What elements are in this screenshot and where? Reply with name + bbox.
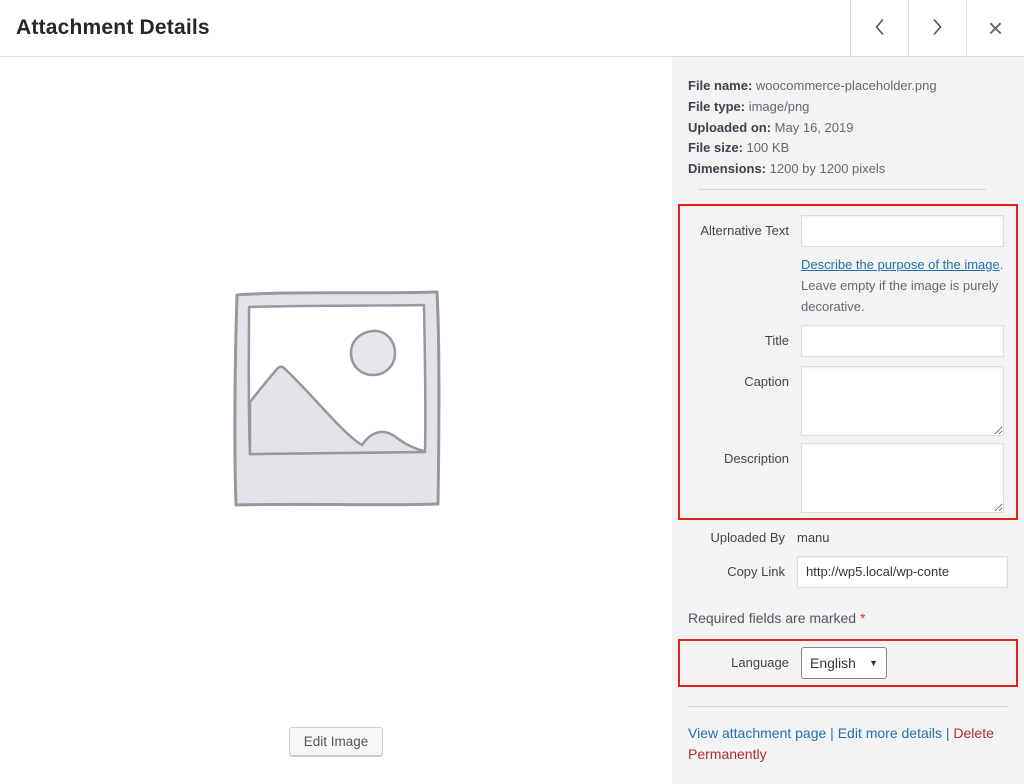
close-button[interactable]: × <box>966 0 1024 56</box>
alt-text-help-link[interactable]: Describe the purpose of the image <box>801 257 1000 272</box>
annotation-box-language: Language English ▼ <box>678 639 1018 687</box>
uploaded-by-row: Uploaded By manu <box>688 530 1008 546</box>
attachment-meta: File name: woocommerce-placeholder.png F… <box>688 76 1008 180</box>
alt-text-help: Describe the purpose of the image. Leave… <box>801 254 1004 317</box>
chevron-down-icon: ▼ <box>869 658 878 668</box>
edit-image-container: Edit Image <box>0 727 672 756</box>
attachment-details-sidebar: File name: woocommerce-placeholder.png F… <box>672 57 1024 784</box>
alt-text-label: Alternative Text <box>692 223 789 239</box>
file-name-label: File name: <box>688 78 752 93</box>
caption-label: Caption <box>692 366 789 390</box>
action-separator: | <box>946 725 950 741</box>
description-textarea[interactable] <box>801 443 1004 513</box>
description-row: Description <box>692 443 1004 513</box>
required-fields-note: Required fields are marked * <box>688 610 1008 626</box>
action-separator: | <box>830 725 834 741</box>
uploaded-by-value: manu <box>797 530 830 545</box>
language-row: Language English ▼ <box>692 647 1004 679</box>
uploaded-on-value: May 16, 2019 <box>775 120 854 135</box>
dimensions-label: Dimensions: <box>688 161 766 176</box>
attachment-actions: View attachment page | Edit more details… <box>688 723 1000 765</box>
edit-more-details-link[interactable]: Edit more details <box>838 725 942 741</box>
required-fields-text: Required fields are marked <box>688 610 860 626</box>
title-input[interactable] <box>801 325 1004 357</box>
dimensions-value: 1200 by 1200 pixels <box>770 161 886 176</box>
edit-image-button[interactable]: Edit Image <box>289 727 384 756</box>
uploaded-by-label: Uploaded By <box>688 530 785 546</box>
title-row: Title <box>692 325 1004 357</box>
attachment-preview: Edit Image <box>0 57 672 784</box>
previous-attachment-button[interactable] <box>850 0 908 56</box>
language-selected-value: English <box>810 655 856 671</box>
dimensions-row: Dimensions: 1200 by 1200 pixels <box>688 159 1008 180</box>
uploaded-on-row: Uploaded on: May 16, 2019 <box>688 118 1008 139</box>
file-size-row: File size: 100 KB <box>688 138 1008 159</box>
uploaded-on-label: Uploaded on: <box>688 120 771 135</box>
annotation-box-fields: Alternative Text Describe the purpose of… <box>678 204 1018 520</box>
modal-header: Attachment Details × <box>0 0 1024 57</box>
file-name-value: woocommerce-placeholder.png <box>756 78 937 93</box>
next-attachment-button[interactable] <box>908 0 966 56</box>
chevron-left-icon <box>873 17 886 40</box>
actions-divider <box>688 706 1008 707</box>
required-asterisk: * <box>860 610 865 626</box>
file-size-value: 100 KB <box>747 140 790 155</box>
copy-link-input[interactable] <box>797 556 1008 588</box>
file-size-label: File size: <box>688 140 743 155</box>
modal-title: Attachment Details <box>0 0 850 56</box>
language-label: Language <box>692 655 789 671</box>
modal-content: Edit Image File name: woocommerce-placeh… <box>0 57 1024 784</box>
file-type-label: File type: <box>688 99 745 114</box>
language-select[interactable]: English ▼ <box>801 647 887 679</box>
caption-row: Caption <box>692 366 1004 436</box>
alt-text-row: Alternative Text <box>692 215 1004 247</box>
alt-text-input[interactable] <box>801 215 1004 247</box>
view-attachment-link[interactable]: View attachment page <box>688 725 826 741</box>
chevron-right-icon <box>931 17 944 40</box>
file-type-value: image/png <box>749 99 810 114</box>
file-type-row: File type: image/png <box>688 97 1008 118</box>
placeholder-image <box>227 287 447 515</box>
attachment-details-modal: Attachment Details × <box>0 0 1024 784</box>
copy-link-row: Copy Link <box>688 556 1008 588</box>
copy-link-label: Copy Link <box>688 564 785 580</box>
caption-textarea[interactable] <box>801 366 1004 436</box>
close-icon: × <box>988 15 1003 41</box>
description-label: Description <box>692 443 789 467</box>
file-name-row: File name: woocommerce-placeholder.png <box>688 76 1008 97</box>
title-label: Title <box>692 333 789 349</box>
meta-divider <box>698 189 986 190</box>
